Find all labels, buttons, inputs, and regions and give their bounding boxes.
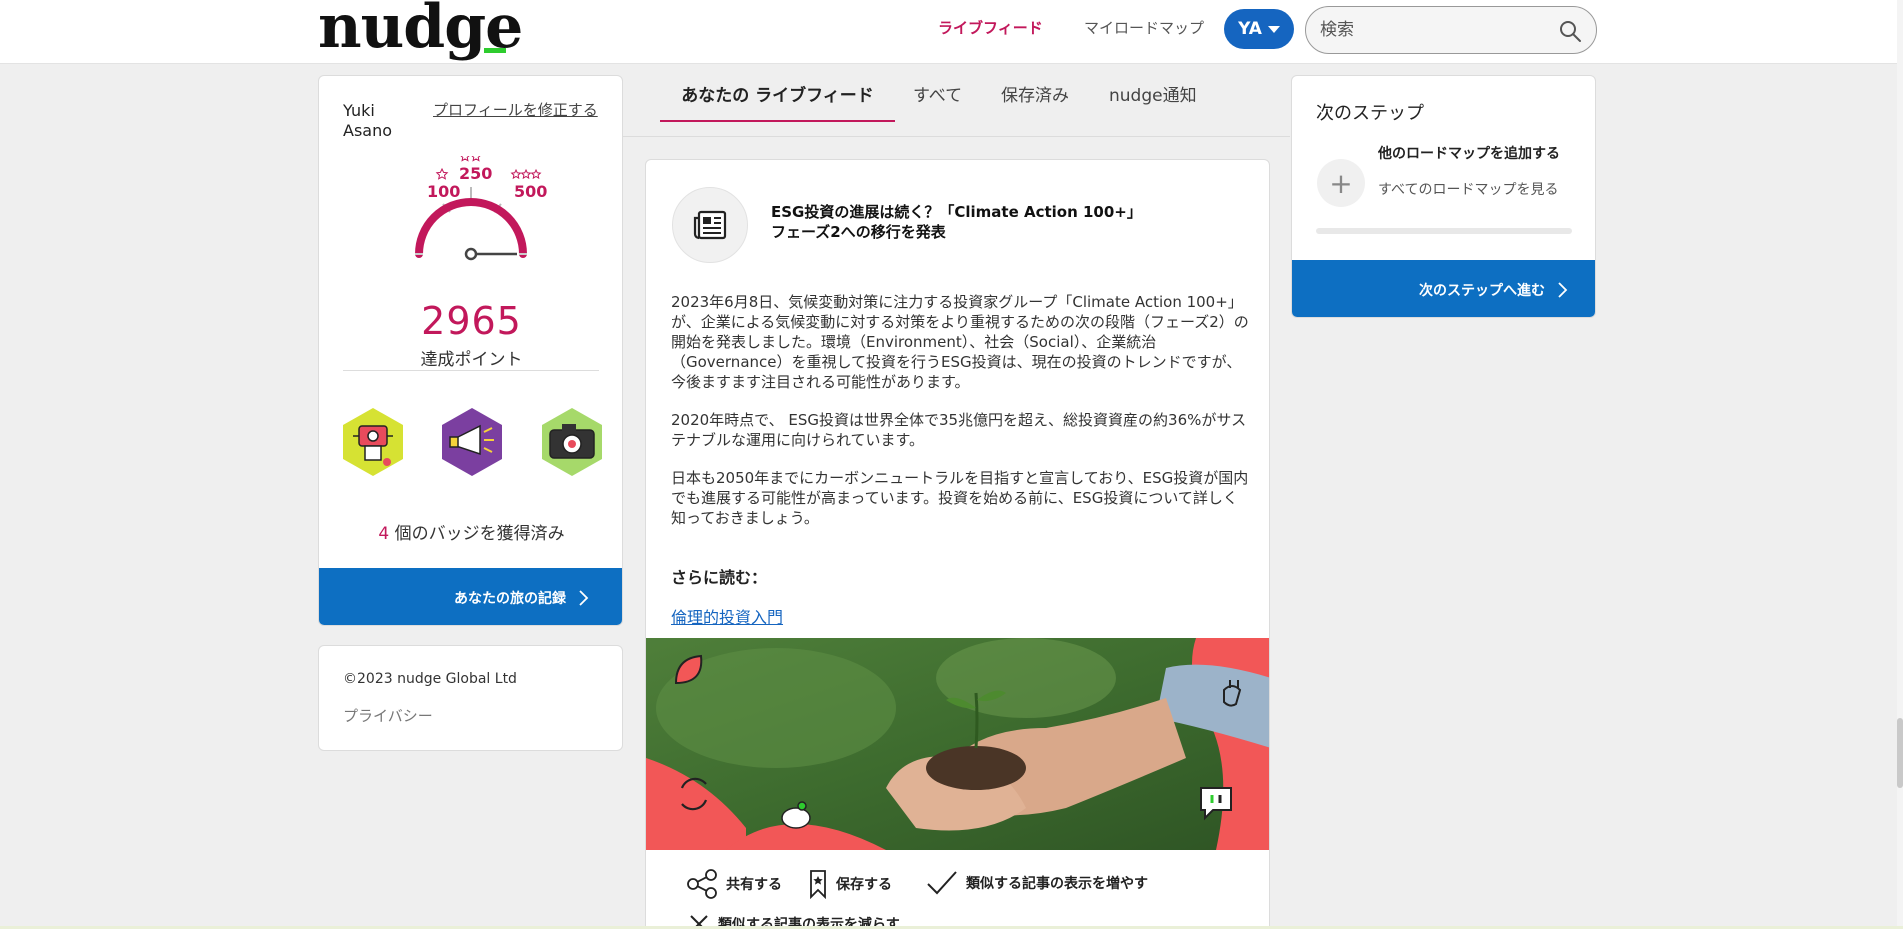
chevron-right-icon: [579, 589, 589, 606]
megaphone-badge-icon[interactable]: [436, 406, 508, 478]
points-label: 達成ポイント: [420, 350, 523, 370]
next-steps-title: 次のステップ: [1316, 103, 1424, 124]
user-name: Yuki Asano: [343, 101, 393, 140]
article-body: 2023年6月8日、気候変動対策に注力する投資家グループ「Climate Act…: [671, 292, 1251, 546]
gauge-mark-500: 500: [514, 182, 547, 201]
checkmark-icon: [927, 871, 957, 895]
next-steps-card: 次のステップ + 他のロードマップを追加する すべてのロードマップを見る 次のス…: [1291, 75, 1596, 318]
points-gauge: 100 250 500: [415, 156, 547, 261]
badge-list: [337, 406, 607, 486]
camera-badge-icon[interactable]: [536, 406, 608, 478]
gauge-mark-100: 100: [427, 182, 460, 201]
share-label: 共有する: [726, 877, 782, 893]
newspaper-icon: [693, 210, 727, 240]
share-icon: [687, 869, 717, 899]
bookmark-icon: [810, 870, 826, 899]
show-more-like-button[interactable]: 類似する記事の表示を増やす: [926, 869, 1148, 897]
nav-my-roadmap[interactable]: マイロードマップ: [1084, 17, 1204, 38]
profile-divider: [343, 370, 599, 371]
search-icon[interactable]: [1558, 19, 1582, 43]
tab-all[interactable]: すべて: [913, 81, 962, 120]
edit-profile-link[interactable]: プロフィールを修正する: [433, 99, 598, 120]
feed-tabs: あなたの ライブフィード すべて 保存済み nudge通知: [623, 64, 1290, 137]
top-header: nudge ライブフィード マイロードマップ YA: [0, 0, 1903, 64]
article-hero-image[interactable]: [646, 638, 1270, 850]
journey-record-button[interactable]: あなたの旅の記録: [319, 568, 622, 625]
article-card: ESG投資の進展は続く？「Climate Action 100+」フェーズ2への…: [645, 159, 1270, 929]
article-action-bar: 共有する 保存する 類似する記事の表示を増やす 類似する記事の表示を減らす: [646, 850, 1269, 929]
article-type-badge: [672, 187, 748, 263]
gauge-arc: [415, 198, 527, 258]
tab-your-live-feed[interactable]: あなたの ライブフィード: [660, 81, 895, 122]
read-more-heading: さらに読む：: [671, 568, 768, 587]
search-box: [1305, 6, 1597, 54]
article-paragraph: 日本も2050年までにカーボンニュートラルを目指すと宣言しており、ESG投資が国…: [671, 469, 1249, 527]
tab-saved[interactable]: 保存済み: [1001, 81, 1069, 120]
article-title[interactable]: ESG投資の進展は続く？「Climate Action 100+」フェーズ2への…: [771, 202, 1151, 242]
save-label: 保存する: [836, 877, 892, 893]
copyright-text: ©2023 nudge Global Ltd: [343, 671, 517, 687]
robot-badge-icon[interactable]: [337, 406, 409, 478]
star-icon: [435, 167, 449, 180]
article-paragraph: 2020年時点で、 ESG投資は世界全体で35兆億円を超え、総投資資産の約36%…: [671, 411, 1247, 449]
nav-live-feed[interactable]: ライブフィード: [938, 17, 1043, 38]
badges-earned-text: 4 個のバッジを獲得済み: [319, 519, 622, 544]
chevron-right-icon: [1558, 281, 1568, 298]
three-stars-icon: [510, 168, 542, 180]
logo-accent: [484, 48, 506, 53]
tab-nudge-notifications[interactable]: nudge通知: [1109, 81, 1197, 120]
next-step-button[interactable]: 次のステップへ進む: [1292, 260, 1595, 317]
profile-card: Yuki Asano プロフィールを修正する 100 250 500 2965 …: [318, 75, 623, 626]
gauge-mark-250: 250: [459, 164, 492, 183]
footer-card: ©2023 nudge Global Ltd プライバシー: [318, 645, 623, 751]
caret-down-icon: [1267, 25, 1280, 33]
journey-button-label: あなたの旅の記録: [454, 590, 566, 607]
scrollbar-thumb[interactable]: [1897, 718, 1903, 788]
search-input[interactable]: [1320, 15, 1550, 45]
badge-count: 4: [378, 524, 390, 544]
share-button[interactable]: 共有する: [686, 869, 782, 899]
next-steps-progress: [1316, 228, 1572, 234]
view-all-roadmaps-text[interactable]: すべてのロードマップを見る: [1378, 182, 1578, 199]
show-more-like-label: 類似する記事の表示を増やす: [966, 876, 1148, 892]
privacy-link[interactable]: プライバシー: [343, 705, 433, 726]
related-article-link[interactable]: 倫理的投資入門: [671, 604, 783, 628]
add-roadmap-icon[interactable]: +: [1317, 159, 1365, 207]
points-value: 2965: [421, 299, 522, 343]
add-roadmap-title[interactable]: 他のロードマップを追加する: [1378, 146, 1578, 163]
two-stars-icon: [460, 156, 481, 162]
next-step-label: 次のステップへ進む: [1419, 282, 1545, 299]
avatar-initials: YA: [1238, 19, 1262, 39]
save-button[interactable]: 保存する: [808, 869, 892, 899]
badges-suffix: 個のバッジを獲得済み: [394, 524, 565, 544]
user-menu-button[interactable]: YA: [1224, 9, 1294, 49]
article-paragraph: 2023年6月8日、気候変動対策に注力する投資家グループ「Climate Act…: [671, 293, 1249, 391]
page-scrollbar[interactable]: [1897, 0, 1903, 929]
